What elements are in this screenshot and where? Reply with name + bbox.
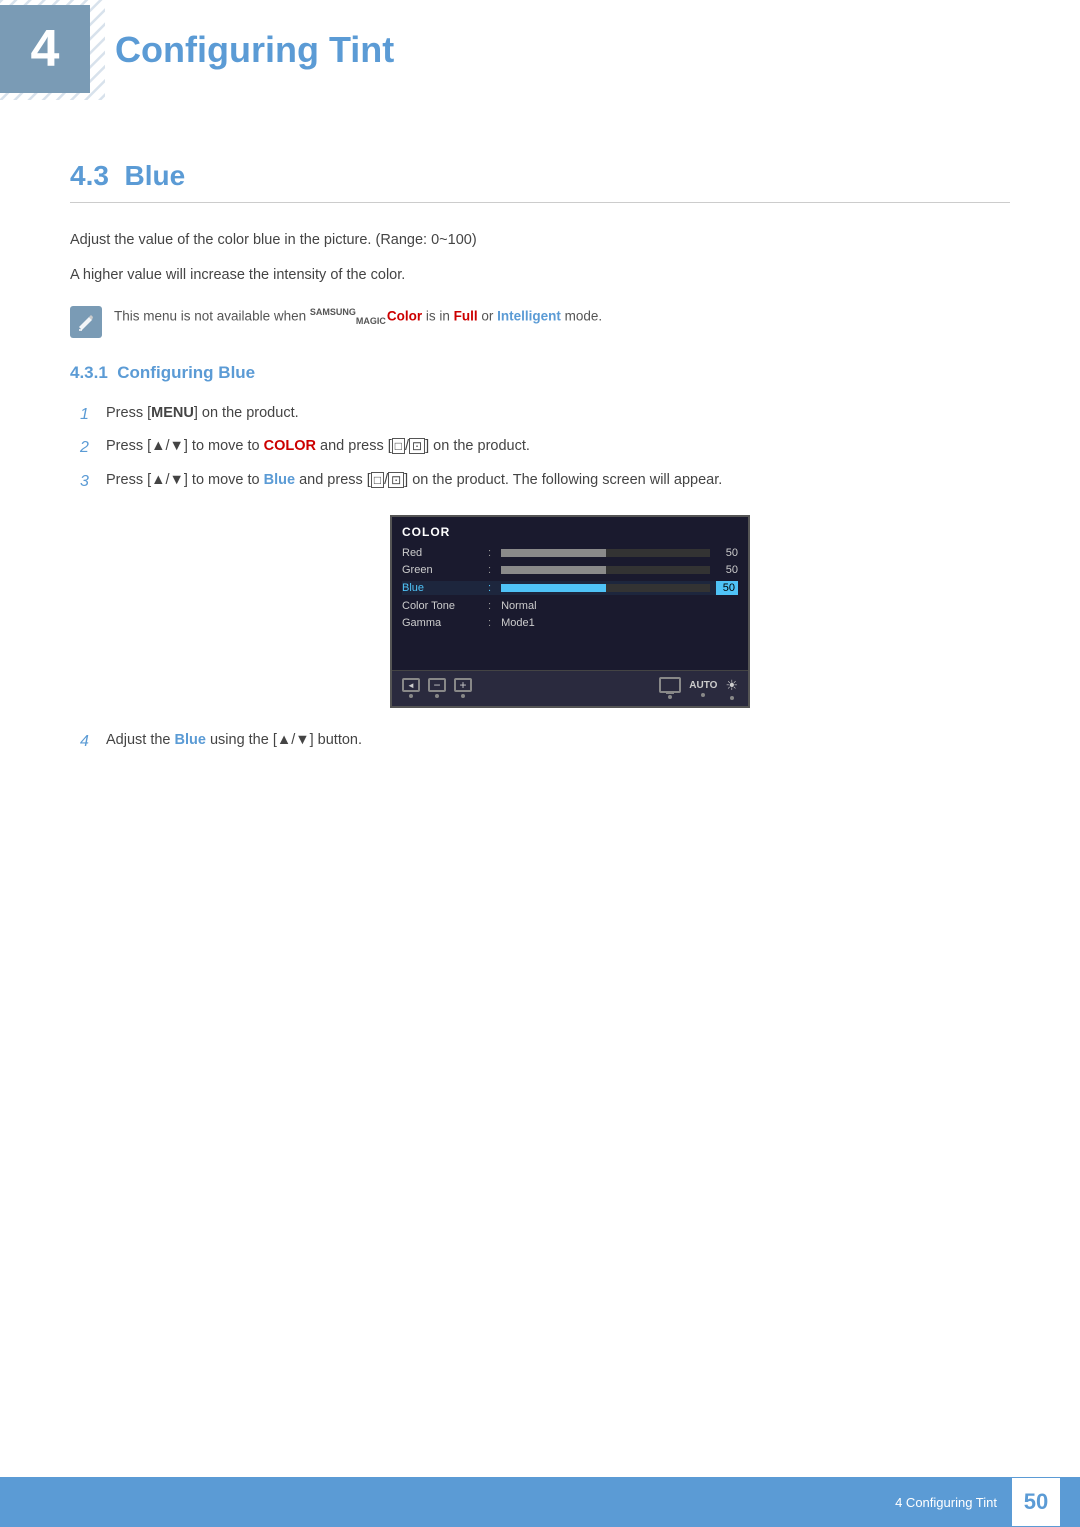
section-title: Blue (125, 160, 186, 191)
osd-row-blue: Blue : 50 (402, 581, 738, 595)
osd-btn-minus: − (428, 678, 446, 698)
osd-label-colortone: Color Tone (402, 600, 482, 612)
page-footer: 4 Configuring Tint 50 (0, 1477, 1080, 1527)
osd-value-gamma: Mode1 (501, 617, 535, 629)
page-title: Configuring Tint (115, 29, 394, 70)
section-heading: 4.3 Blue (70, 160, 1010, 203)
osd-btn-power: ☀ (725, 677, 738, 700)
subsection-heading: 4.3.1 Configuring Blue (70, 363, 1010, 383)
osd-label-green: Green (402, 564, 482, 576)
osd-btn-auto: AUTO (689, 680, 717, 697)
osd-btn-left: ◄ (402, 678, 420, 698)
osd-right-controls: AUTO ☀ (659, 677, 738, 700)
steps-list-2: 4 Adjust the Blue using the [▲/▼] button… (70, 728, 1010, 755)
osd-menu-title: COLOR (402, 525, 738, 539)
step-3: 3 Press [▲/▼] to move to Blue and press … (80, 468, 1010, 495)
osd-value-red: 50 (716, 547, 738, 559)
osd-left-controls: ◄ − + (402, 678, 472, 698)
osd-value-blue: 50 (716, 581, 738, 595)
note-box: This menu is not available when SAMSUNGM… (70, 305, 1010, 338)
osd-label-gamma: Gamma (402, 617, 482, 629)
subsection-title: Configuring Blue (117, 363, 255, 382)
chapter-number-box: 4 (0, 5, 90, 93)
note-text: This menu is not available when SAMSUNGM… (114, 305, 602, 329)
description-2: A higher value will increase the intensi… (70, 263, 1010, 288)
osd-row-red: Red : 50 (402, 547, 738, 559)
osd-btn-monitor (659, 677, 681, 699)
osd-value-colortone: Normal (501, 600, 536, 612)
osd-menu: COLOR Red : 50 Green : (392, 517, 748, 660)
osd-label-blue: Blue (402, 582, 482, 594)
subsection-number: 4.3.1 (70, 363, 108, 382)
osd-bottom-bar: ◄ − + (392, 670, 748, 706)
osd-row-gamma: Gamma : Mode1 (402, 617, 738, 629)
steps-list: 1 Press [MENU] on the product. 2 Press [… (70, 401, 1010, 495)
footer-text: 4 Configuring Tint (895, 1495, 997, 1510)
osd-bar-blue (501, 584, 710, 592)
description-1: Adjust the value of the color blue in th… (70, 228, 1010, 253)
header-title-area: Configuring Tint (115, 29, 394, 71)
note-icon (70, 306, 102, 338)
step-2: 2 Press [▲/▼] to move to COLOR and press… (80, 434, 1010, 461)
page-number: 50 (1012, 1478, 1060, 1526)
step-1: 1 Press [MENU] on the product. (80, 401, 1010, 428)
step-4: 4 Adjust the Blue using the [▲/▼] button… (80, 728, 1010, 755)
chapter-number: 4 (31, 23, 60, 75)
pencil-icon (77, 313, 95, 331)
osd-row-colortone: Color Tone : Normal (402, 600, 738, 612)
osd-value-green: 50 (716, 564, 738, 576)
osd-bar-green (501, 566, 710, 574)
osd-label-red: Red (402, 547, 482, 559)
osd-bar-red (501, 549, 710, 557)
osd-btn-plus: + (454, 678, 472, 698)
monitor-wrapper: COLOR Red : 50 Green : (130, 515, 1010, 708)
monitor-screen: COLOR Red : 50 Green : (390, 515, 750, 708)
page-content: 4.3 Blue Adjust the value of the color b… (0, 100, 1080, 861)
page-header: 4 Configuring Tint (0, 0, 1080, 100)
section-number: 4.3 (70, 160, 109, 191)
osd-row-green: Green : 50 (402, 564, 738, 576)
